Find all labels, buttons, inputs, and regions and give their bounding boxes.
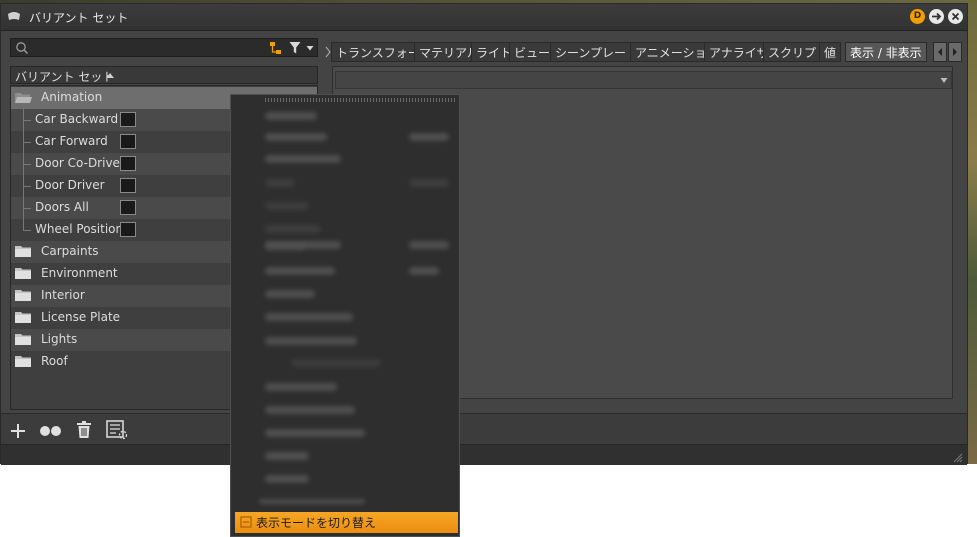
menu-item-blurred[interactable] — [265, 313, 353, 321]
dock-button[interactable]: D — [910, 9, 925, 24]
folder-icon — [15, 246, 31, 257]
menu-item-blurred[interactable] — [265, 112, 317, 120]
menu-item-blurred[interactable] — [265, 337, 357, 345]
search-icon — [16, 42, 29, 55]
menu-item-blurred[interactable] — [265, 241, 341, 249]
tab-value[interactable]: 値 — [819, 42, 842, 62]
folder-icon — [15, 334, 31, 345]
tree-item-label: Wheel Position — [35, 222, 124, 236]
bottom-toolbar — [1, 413, 967, 444]
menu-item-blurred[interactable] — [265, 202, 309, 210]
list-header[interactable]: バリアント セット — [10, 66, 318, 84]
menu-item-blurred[interactable] — [265, 225, 321, 233]
menu-item-blurred[interactable] — [265, 475, 309, 483]
menu-item-blurred[interactable] — [265, 133, 327, 141]
menu-item-blurred[interactable] — [259, 499, 365, 504]
menu-item-blurred[interactable] — [265, 452, 309, 460]
menu-item-blurred[interactable] — [265, 179, 295, 187]
car-backward-thumbnail-icon — [120, 112, 136, 127]
status-bar — [1, 444, 967, 465]
tree-group-label: Animation — [41, 90, 103, 104]
tree-group-label: Roof — [41, 354, 68, 368]
node-select-dropdown[interactable] — [335, 71, 952, 89]
menu-drag-handle[interactable] — [265, 98, 455, 102]
menu-item-blurred[interactable] — [265, 290, 315, 298]
door-co-driver-thumbnail-icon — [120, 156, 136, 171]
hierarchy-icon[interactable] — [269, 41, 283, 55]
wheel-position-thumbnail-icon — [120, 222, 136, 237]
tab-scroll-right-icon[interactable] — [948, 42, 962, 62]
window-title: バリアント セット — [29, 11, 129, 25]
door-driver-thumbnail-icon — [120, 178, 136, 193]
sort-ascending-icon[interactable] — [105, 72, 115, 79]
tree-item-label: Doors All — [35, 200, 89, 214]
menu-item-blurred[interactable] — [265, 155, 341, 163]
resize-grip-icon[interactable] — [953, 453, 963, 463]
tree-item-label: Car Backward — [35, 112, 119, 126]
context-menu: 表示モードを切り替え — [230, 94, 460, 537]
chevron-down-icon[interactable] — [940, 77, 948, 84]
menu-item-label: 表示モードを切り替え — [256, 516, 377, 530]
folder-icon — [15, 356, 31, 367]
search-input[interactable] — [10, 38, 318, 57]
window-icon — [8, 12, 20, 20]
menu-item-blurred[interactable] — [265, 429, 365, 437]
tab-scroll-left-icon[interactable] — [933, 42, 947, 62]
tab-visibility[interactable]: 表示 / 非表示 — [845, 42, 927, 62]
menu-item-blurred[interactable] — [265, 267, 335, 275]
tab-bar: トランスフォーム マテリアル ライト ビュー シーンプレート アニメーション ア… — [325, 40, 965, 64]
background-image — [968, 0, 977, 464]
folder-icon — [15, 290, 31, 301]
tab-view[interactable]: ビュー — [509, 42, 556, 62]
display-mode-icon — [240, 516, 252, 528]
list-header-label: バリアント セット — [15, 70, 115, 84]
title-bar[interactable]: バリアント セット D — [1, 4, 967, 31]
menu-shortcut-blurred — [409, 267, 439, 275]
menu-item-blurred[interactable] — [265, 406, 355, 414]
menu-shortcut-blurred — [409, 179, 449, 187]
folder-icon — [15, 312, 31, 323]
tree-item-label: Door Driver — [35, 178, 105, 192]
tree-item-label: Car Forward — [35, 134, 108, 148]
filter-icon[interactable] — [289, 41, 301, 55]
menu-item-toggle-display-mode[interactable]: 表示モードを切り替え — [235, 512, 458, 533]
trash-icon[interactable] — [76, 421, 92, 439]
chevron-down-icon[interactable] — [306, 44, 314, 52]
menu-separator-blurred — [291, 359, 381, 367]
folder-open-icon — [15, 93, 32, 103]
tree-group-label: Interior — [41, 288, 85, 302]
tree-group-label: License Plate — [41, 310, 121, 324]
menu-item-blurred[interactable] — [265, 383, 337, 391]
variant-settings-icon[interactable] — [106, 420, 128, 440]
menu-shortcut-blurred — [409, 241, 449, 249]
close-icon[interactable] — [948, 9, 963, 24]
variant-set-window: バリアント セット D バリアント セット Animation Car Back… — [0, 3, 968, 465]
tree-group-label: Environment — [41, 266, 118, 280]
add-icon[interactable] — [10, 423, 26, 439]
tree-item-label: Door Co-Driver — [35, 156, 125, 170]
tree-group-label: Lights — [41, 332, 78, 346]
menu-shortcut-blurred — [409, 133, 449, 141]
undock-icon[interactable] — [929, 9, 944, 24]
car-forward-thumbnail-icon — [120, 134, 136, 149]
folder-icon — [15, 268, 31, 279]
link-icon[interactable] — [39, 425, 63, 437]
doors-all-thumbnail-icon — [120, 200, 136, 215]
tree-group-label: Carpaints — [41, 244, 99, 258]
